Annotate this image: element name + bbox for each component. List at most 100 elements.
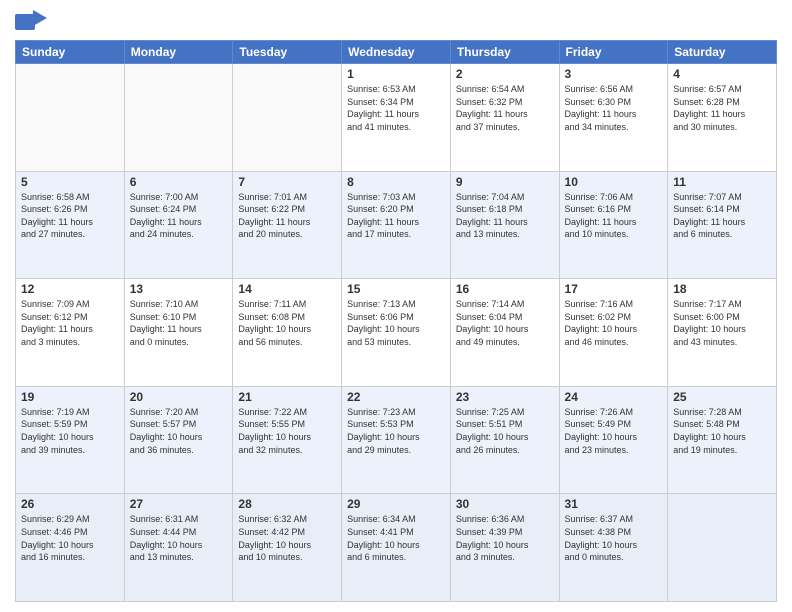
calendar-cell: 18Sunrise: 7:17 AM Sunset: 6:00 PM Dayli… xyxy=(668,279,777,387)
calendar-cell: 1Sunrise: 6:53 AM Sunset: 6:34 PM Daylig… xyxy=(342,64,451,172)
day-info: Sunrise: 7:22 AM Sunset: 5:55 PM Dayligh… xyxy=(238,406,336,456)
day-info: Sunrise: 7:25 AM Sunset: 5:51 PM Dayligh… xyxy=(456,406,554,456)
day-number: 9 xyxy=(456,175,554,189)
day-info: Sunrise: 6:54 AM Sunset: 6:32 PM Dayligh… xyxy=(456,83,554,133)
day-info: Sunrise: 7:03 AM Sunset: 6:20 PM Dayligh… xyxy=(347,191,445,241)
day-number: 23 xyxy=(456,390,554,404)
logo-icon xyxy=(15,10,47,34)
day-info: Sunrise: 7:00 AM Sunset: 6:24 PM Dayligh… xyxy=(130,191,228,241)
day-info: Sunrise: 7:09 AM Sunset: 6:12 PM Dayligh… xyxy=(21,298,119,348)
calendar-cell xyxy=(668,494,777,602)
day-number: 14 xyxy=(238,282,336,296)
day-info: Sunrise: 7:01 AM Sunset: 6:22 PM Dayligh… xyxy=(238,191,336,241)
header-friday: Friday xyxy=(559,41,668,64)
calendar-cell: 2 Sunrise: 6:54 AM Sunset: 6:32 PM Daylig… xyxy=(450,64,559,172)
header-saturday: Saturday xyxy=(668,41,777,64)
day-info: Sunrise: 6:31 AM Sunset: 4:44 PM Dayligh… xyxy=(130,513,228,563)
day-info: Sunrise: 7:14 AM Sunset: 6:04 PM Dayligh… xyxy=(456,298,554,348)
header-wednesday: Wednesday xyxy=(342,41,451,64)
calendar-cell: 28 Sunrise: 6:32 AM Sunset: 4:42 PM Dayli… xyxy=(233,494,342,602)
day-number: 30 xyxy=(456,497,554,511)
day-info: Sunrise: 6:37 AM Sunset: 4:38 PM Dayligh… xyxy=(565,513,663,563)
day-number: 31 xyxy=(565,497,663,511)
header-tuesday: Tuesday xyxy=(233,41,342,64)
calendar-cell: 10 Sunrise: 7:06 AM Sunset: 6:16 PM Dayli… xyxy=(559,171,668,279)
day-number: 12 xyxy=(21,282,119,296)
calendar-cell: 22 Sunrise: 7:23 AM Sunset: 5:53 PM Dayli… xyxy=(342,386,451,494)
day-info: Sunrise: 6:36 AM Sunset: 4:39 PM Dayligh… xyxy=(456,513,554,563)
day-number: 3 xyxy=(565,67,663,81)
day-info: Sunrise: 7:17 AM Sunset: 6:00 PM Dayligh… xyxy=(673,298,771,348)
calendar-cell: 20 Sunrise: 7:20 AM Sunset: 5:57 PM Dayli… xyxy=(124,386,233,494)
calendar-cell: 30 Sunrise: 6:36 AM Sunset: 4:39 PM Dayli… xyxy=(450,494,559,602)
header xyxy=(15,10,777,34)
calendar-table: Sunday Monday Tuesday Wednesday Thursday… xyxy=(15,40,777,602)
calendar-cell: 26 Sunrise: 6:29 AM Sunset: 4:46 PM Dayli… xyxy=(16,494,125,602)
day-info: Sunrise: 6:57 AM Sunset: 6:28 PM Dayligh… xyxy=(673,83,771,133)
header-thursday: Thursday xyxy=(450,41,559,64)
day-number: 26 xyxy=(21,497,119,511)
calendar-cell: 11 Sunrise: 7:07 AM Sunset: 6:14 PM Dayli… xyxy=(668,171,777,279)
day-number: 28 xyxy=(238,497,336,511)
day-number: 29 xyxy=(347,497,445,511)
day-number: 6 xyxy=(130,175,228,189)
calendar-cell: 13 Sunrise: 7:10 AM Sunset: 6:10 PM Dayli… xyxy=(124,279,233,387)
day-info: Sunrise: 7:20 AM Sunset: 5:57 PM Dayligh… xyxy=(130,406,228,456)
calendar-cell: 21 Sunrise: 7:22 AM Sunset: 5:55 PM Dayli… xyxy=(233,386,342,494)
day-info: Sunrise: 7:13 AM Sunset: 6:06 PM Dayligh… xyxy=(347,298,445,348)
calendar-cell: 8Sunrise: 7:03 AM Sunset: 6:20 PM Daylig… xyxy=(342,171,451,279)
calendar-cell: 5Sunrise: 6:58 AM Sunset: 6:26 PM Daylig… xyxy=(16,171,125,279)
calendar-cell xyxy=(16,64,125,172)
day-number: 10 xyxy=(565,175,663,189)
day-info: Sunrise: 7:06 AM Sunset: 6:16 PM Dayligh… xyxy=(565,191,663,241)
calendar-cell: 6 Sunrise: 7:00 AM Sunset: 6:24 PM Daylig… xyxy=(124,171,233,279)
day-number: 25 xyxy=(673,390,771,404)
day-number: 4 xyxy=(673,67,771,81)
day-info: Sunrise: 6:32 AM Sunset: 4:42 PM Dayligh… xyxy=(238,513,336,563)
day-number: 1 xyxy=(347,67,445,81)
calendar-cell: 25 Sunrise: 7:28 AM Sunset: 5:48 PM Dayli… xyxy=(668,386,777,494)
calendar-cell: 4 Sunrise: 6:57 AM Sunset: 6:28 PM Daylig… xyxy=(668,64,777,172)
calendar-cell: 24 Sunrise: 7:26 AM Sunset: 5:49 PM Dayli… xyxy=(559,386,668,494)
day-number: 21 xyxy=(238,390,336,404)
day-info: Sunrise: 7:04 AM Sunset: 6:18 PM Dayligh… xyxy=(456,191,554,241)
day-info: Sunrise: 7:28 AM Sunset: 5:48 PM Dayligh… xyxy=(673,406,771,456)
day-number: 19 xyxy=(21,390,119,404)
calendar-cell: 29Sunrise: 6:34 AM Sunset: 4:41 PM Dayli… xyxy=(342,494,451,602)
weekday-header-row: Sunday Monday Tuesday Wednesday Thursday… xyxy=(16,41,777,64)
calendar-cell: 15 Sunrise: 7:13 AM Sunset: 6:06 PM Dayli… xyxy=(342,279,451,387)
day-info: Sunrise: 7:07 AM Sunset: 6:14 PM Dayligh… xyxy=(673,191,771,241)
logo xyxy=(15,10,49,34)
day-info: Sunrise: 6:29 AM Sunset: 4:46 PM Dayligh… xyxy=(21,513,119,563)
day-number: 20 xyxy=(130,390,228,404)
day-number: 2 xyxy=(456,67,554,81)
day-info: Sunrise: 7:26 AM Sunset: 5:49 PM Dayligh… xyxy=(565,406,663,456)
day-info: Sunrise: 7:10 AM Sunset: 6:10 PM Dayligh… xyxy=(130,298,228,348)
calendar-cell xyxy=(233,64,342,172)
calendar-cell: 17 Sunrise: 7:16 AM Sunset: 6:02 PM Dayli… xyxy=(559,279,668,387)
calendar-cell: 9 Sunrise: 7:04 AM Sunset: 6:18 PM Daylig… xyxy=(450,171,559,279)
calendar-cell: 31 Sunrise: 6:37 AM Sunset: 4:38 PM Dayli… xyxy=(559,494,668,602)
calendar-cell: 3 Sunrise: 6:56 AM Sunset: 6:30 PM Daylig… xyxy=(559,64,668,172)
day-number: 15 xyxy=(347,282,445,296)
page: Sunday Monday Tuesday Wednesday Thursday… xyxy=(0,0,792,612)
day-number: 24 xyxy=(565,390,663,404)
day-number: 13 xyxy=(130,282,228,296)
day-info: Sunrise: 7:23 AM Sunset: 5:53 PM Dayligh… xyxy=(347,406,445,456)
calendar-cell: 27 Sunrise: 6:31 AM Sunset: 4:44 PM Dayli… xyxy=(124,494,233,602)
calendar-cell: 14Sunrise: 7:11 AM Sunset: 6:08 PM Dayli… xyxy=(233,279,342,387)
day-number: 16 xyxy=(456,282,554,296)
day-number: 11 xyxy=(673,175,771,189)
calendar-cell: 19 Sunrise: 7:19 AM Sunset: 5:59 PM Dayli… xyxy=(16,386,125,494)
day-info: Sunrise: 7:19 AM Sunset: 5:59 PM Dayligh… xyxy=(21,406,119,456)
day-number: 7 xyxy=(238,175,336,189)
day-number: 5 xyxy=(21,175,119,189)
day-number: 22 xyxy=(347,390,445,404)
header-sunday: Sunday xyxy=(16,41,125,64)
calendar-cell: 16 Sunrise: 7:14 AM Sunset: 6:04 PM Dayli… xyxy=(450,279,559,387)
day-number: 27 xyxy=(130,497,228,511)
calendar-cell: 12 Sunrise: 7:09 AM Sunset: 6:12 PM Dayli… xyxy=(16,279,125,387)
day-info: Sunrise: 6:56 AM Sunset: 6:30 PM Dayligh… xyxy=(565,83,663,133)
day-info: Sunrise: 7:16 AM Sunset: 6:02 PM Dayligh… xyxy=(565,298,663,348)
day-number: 17 xyxy=(565,282,663,296)
